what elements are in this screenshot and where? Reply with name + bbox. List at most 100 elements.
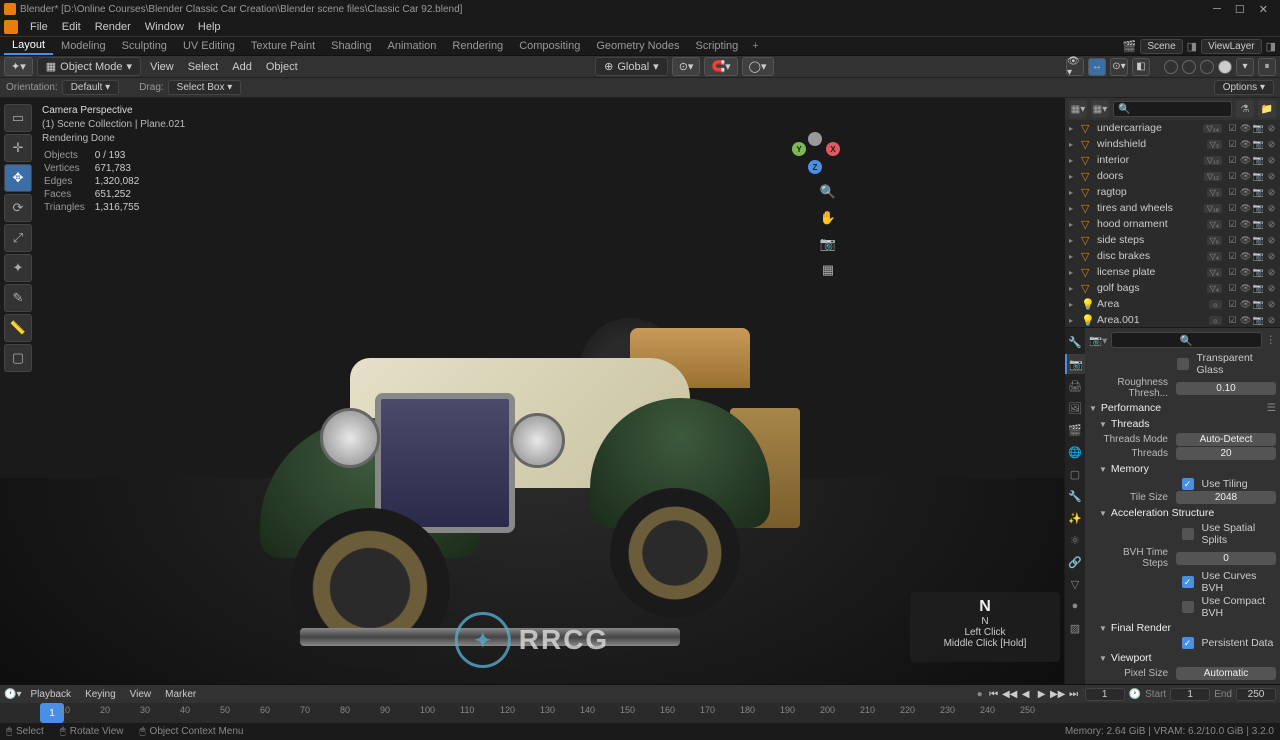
restrict-select-icon[interactable]: ☑ xyxy=(1226,266,1239,279)
menu-file[interactable]: File xyxy=(24,21,54,33)
outliner-row[interactable]: ▸▽tires and wheels▽₁₈☑👁📷⊘ xyxy=(1065,200,1280,216)
xray-toggle[interactable]: ◧ xyxy=(1132,58,1150,76)
transparent-glass-checkbox[interactable] xyxy=(1177,358,1189,370)
gizmo-center[interactable] xyxy=(808,132,822,146)
minimize-button[interactable]: ─ xyxy=(1213,3,1221,16)
tl-keying[interactable]: Keying xyxy=(80,689,121,700)
clock-icon[interactable]: 🕐 xyxy=(1129,689,1141,700)
hide-viewport-icon[interactable]: 👁 xyxy=(1239,170,1252,183)
restrict-select-icon[interactable]: ☑ xyxy=(1226,234,1239,247)
tab-scripting[interactable]: Scripting xyxy=(687,38,746,54)
measure-tool[interactable]: 📏 xyxy=(4,314,32,342)
outliner-row[interactable]: ▸▽ragtop▽₃☑👁📷⊘ xyxy=(1065,184,1280,200)
tab-texture-paint[interactable]: Texture Paint xyxy=(243,38,323,54)
hide-render-icon[interactable]: 📷 xyxy=(1252,250,1265,263)
tab-material-icon[interactable]: ● xyxy=(1065,596,1085,616)
outliner-row[interactable]: ▸▽side steps▽₆☑👁📷⊘ xyxy=(1065,232,1280,248)
select-box-tool[interactable]: ▭ xyxy=(4,104,32,132)
visibility-icon[interactable]: 👁▾ xyxy=(1066,58,1084,76)
restrict-select-icon[interactable]: ☑ xyxy=(1226,218,1239,231)
list-icon[interactable]: ☰ xyxy=(1267,402,1276,414)
hide-render-icon[interactable]: 📷 xyxy=(1252,122,1265,135)
scene-field[interactable]: Scene xyxy=(1140,39,1182,54)
outliner-row[interactable]: ▸▽license plate▽₄☑👁📷⊘ xyxy=(1065,264,1280,280)
props-type-icon[interactable]: 📷▾ xyxy=(1089,334,1107,347)
tab-tool-icon[interactable]: 🔧 xyxy=(1065,332,1085,352)
tab-world-icon[interactable]: 🌐 xyxy=(1065,442,1085,462)
restrict-select-icon[interactable]: ☑ xyxy=(1226,138,1239,151)
persistent-data-checkbox[interactable]: ✓ xyxy=(1182,637,1194,649)
options-button[interactable]: Options ▾ xyxy=(1214,80,1274,95)
menu-help[interactable]: Help xyxy=(192,21,227,33)
pause-render-icon[interactable]: ⏸ xyxy=(1258,58,1276,76)
outliner-display-icon[interactable]: ▦▾ xyxy=(1091,100,1109,118)
pixel-size-field[interactable]: Automatic xyxy=(1176,667,1276,680)
disable-icon[interactable]: ⊘ xyxy=(1265,266,1278,279)
add-workspace-button[interactable]: + xyxy=(746,40,764,52)
viewlayer-field[interactable]: ViewLayer xyxy=(1201,39,1262,54)
curves-bvh-checkbox[interactable]: ✓ xyxy=(1182,576,1194,588)
tl-view[interactable]: View xyxy=(125,689,157,700)
tab-uv-editing[interactable]: UV Editing xyxy=(175,38,243,54)
hide-render-icon[interactable]: 📷 xyxy=(1252,266,1265,279)
start-frame-field[interactable]: 1 xyxy=(1170,688,1210,701)
restrict-select-icon[interactable]: ☑ xyxy=(1226,154,1239,167)
outliner-row[interactable]: ▸💡Area☼☑👁📷⊘ xyxy=(1065,296,1280,312)
menu-select[interactable]: Select xyxy=(183,61,224,73)
maximize-button[interactable]: ☐ xyxy=(1235,3,1245,16)
pan-icon[interactable]: ✋ xyxy=(818,208,838,228)
tl-marker[interactable]: Marker xyxy=(160,689,201,700)
hide-viewport-icon[interactable]: 👁 xyxy=(1239,138,1252,151)
end-frame-field[interactable]: 250 xyxy=(1236,688,1276,701)
pivot-button[interactable]: ⊙▾ xyxy=(672,57,701,76)
outliner-row[interactable]: ▸▽interior▽₁₃☑👁📷⊘ xyxy=(1065,152,1280,168)
hide-viewport-icon[interactable]: 👁 xyxy=(1239,298,1252,311)
compact-bvh-checkbox[interactable] xyxy=(1182,601,1194,613)
tab-sculpting[interactable]: Sculpting xyxy=(114,38,175,54)
hide-render-icon[interactable]: 📷 xyxy=(1252,282,1265,295)
perf-header[interactable]: ▼Performance☰ xyxy=(1089,400,1276,416)
tab-modeling[interactable]: Modeling xyxy=(53,38,114,54)
hide-viewport-icon[interactable]: 👁 xyxy=(1239,122,1252,135)
timeline-type-icon[interactable]: 🕐▾ xyxy=(4,689,21,700)
viewlayer-new-icon[interactable]: ◨ xyxy=(1266,40,1276,53)
autokey-icon[interactable]: ● xyxy=(977,689,983,700)
outliner-row[interactable]: ▸▽undercarriage▽₂₄☑👁📷⊘ xyxy=(1065,120,1280,136)
gizmo-x[interactable]: X xyxy=(826,142,840,156)
hide-viewport-icon[interactable]: 👁 xyxy=(1239,186,1252,199)
hide-viewport-icon[interactable]: 👁 xyxy=(1239,234,1252,247)
tab-particle-icon[interactable]: ✨ xyxy=(1065,508,1085,528)
current-frame-field[interactable]: 1 xyxy=(1085,688,1125,701)
tl-playback[interactable]: Playback xyxy=(25,689,76,700)
add-tool[interactable]: ▢ xyxy=(4,344,32,372)
tab-render-icon[interactable]: 📷 xyxy=(1065,354,1085,374)
tab-geometry-nodes[interactable]: Geometry Nodes xyxy=(588,38,687,54)
hide-render-icon[interactable]: 📷 xyxy=(1252,298,1265,311)
transform-orientation[interactable]: ⊕Global▾ xyxy=(595,57,668,76)
disable-icon[interactable]: ⊘ xyxy=(1265,122,1278,135)
props-search[interactable]: 🔍 xyxy=(1111,332,1261,348)
disable-icon[interactable]: ⊘ xyxy=(1265,282,1278,295)
use-tiling-checkbox[interactable]: ✓ xyxy=(1182,478,1194,490)
close-button[interactable]: ✕ xyxy=(1259,3,1268,16)
zoom-icon[interactable]: 🔍 xyxy=(818,182,838,202)
threads-mode-field[interactable]: Auto-Detect xyxy=(1176,433,1276,446)
snap-button[interactable]: 🧲▾ xyxy=(704,57,737,76)
tab-scene-icon[interactable]: 🎬 xyxy=(1065,420,1085,440)
nav-gizmo[interactable]: X Y Z xyxy=(788,112,844,168)
tab-compositing[interactable]: Compositing xyxy=(511,38,588,54)
disable-icon[interactable]: ⊘ xyxy=(1265,186,1278,199)
outliner-row[interactable]: ▸▽hood ornament▽₄☑👁📷⊘ xyxy=(1065,216,1280,232)
hide-viewport-icon[interactable]: 👁 xyxy=(1239,202,1252,215)
tile-size-field[interactable]: 2048 xyxy=(1176,491,1276,504)
tab-texture-icon[interactable]: ▨ xyxy=(1065,618,1085,638)
restrict-select-icon[interactable]: ☑ xyxy=(1226,122,1239,135)
disable-icon[interactable]: ⊘ xyxy=(1265,234,1278,247)
outliner-row[interactable]: ▸💡Area.001☼☑👁📷⊘ xyxy=(1065,312,1280,328)
matprev-shading[interactable] xyxy=(1200,60,1214,74)
restrict-select-icon[interactable]: ☑ xyxy=(1226,314,1239,327)
move-tool[interactable]: ✥ xyxy=(4,164,32,192)
threads-header[interactable]: ▼Threads xyxy=(1099,416,1276,432)
hide-render-icon[interactable]: 📷 xyxy=(1252,202,1265,215)
new-collection-icon[interactable]: 📁 xyxy=(1258,100,1276,118)
